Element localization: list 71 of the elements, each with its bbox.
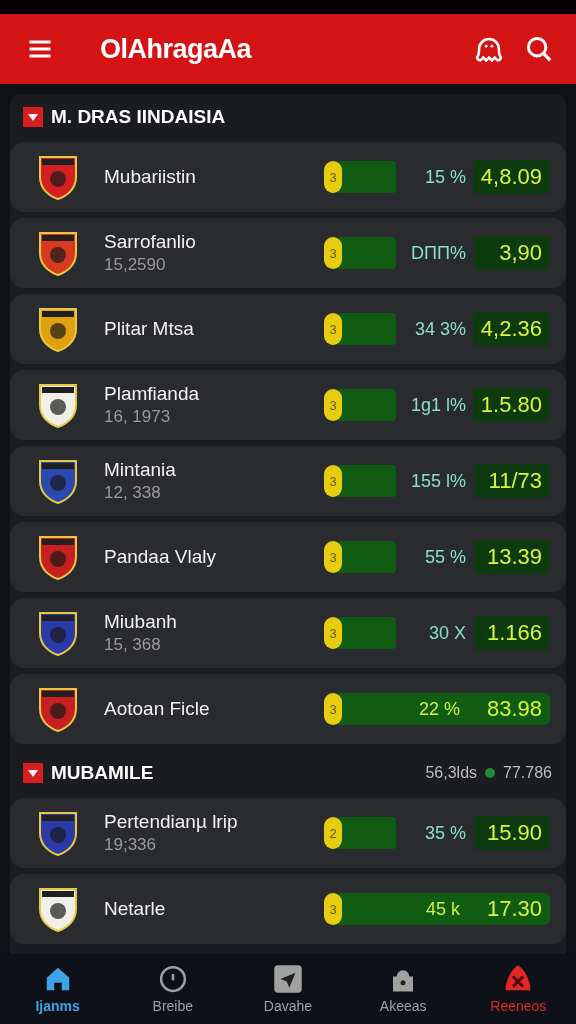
nav-tab[interactable]: Ijanms — [12, 964, 103, 1014]
percent-text: 34 3% — [413, 318, 466, 340]
odds-value: 3,90 — [474, 236, 550, 270]
team-name: Sarrofanlio — [104, 231, 196, 253]
team-row[interactable]: Miubanh 15, 368 3 30 X 1.166 — [10, 598, 566, 668]
rank-badge: 3 — [324, 161, 342, 193]
app-title: OlAhragaAa — [100, 33, 252, 65]
section-stat: 77.786 — [503, 764, 552, 782]
team-name: Miubanh — [104, 611, 177, 633]
rank-badge: 3 — [324, 693, 342, 725]
nav-tab[interactable]: Breibe — [127, 964, 218, 1014]
team-count: 16, 1973 — [104, 407, 172, 427]
team-row[interactable]: Netarle 3 45 k 17.30 — [10, 874, 566, 944]
rank-badge: 3 — [324, 893, 342, 925]
section-title: M. DRAS IINDAISIA — [51, 106, 226, 128]
team-row[interactable]: Plitar Mtsa 3 34 3% 4,2.36 — [10, 294, 566, 364]
percent-text: 15 % — [423, 166, 466, 188]
percent-text: 1g1 l% — [409, 394, 466, 416]
percent-text: 30 X — [427, 622, 466, 644]
dot-icon — [485, 768, 496, 778]
nav-tab[interactable]: Akeeas — [358, 964, 449, 1014]
odds-value: 4,8.09 — [472, 160, 550, 194]
rank-badge: 3 — [324, 541, 342, 573]
team-count: 12, 338 — [104, 483, 162, 503]
percent-text: 45 k — [424, 898, 460, 920]
rank-badge: 2 — [324, 817, 342, 849]
odds-value: 15.90 — [474, 816, 550, 850]
team-row[interactable]: Sarrofanlio 15,2590 3 DΠΠ% 3,90 — [10, 218, 566, 288]
team-name: Mintania — [104, 459, 176, 481]
team-row[interactable]: Plamfianda 16, 1973 3 1g1 l% 1.5.80 — [10, 370, 566, 440]
team-row[interactable]: Pertendianµ lrip 19;336 2 35 % 15.90 — [10, 798, 566, 868]
percent-text: 22 % — [417, 698, 460, 720]
team-count: 15,2590 — [104, 255, 167, 275]
team-row[interactable]: Mubariistin 3 15 % 4,8.09 — [10, 142, 566, 212]
team-name: Plamfianda — [104, 383, 200, 405]
clock-icon — [157, 964, 188, 994]
percent-text: 35 % — [423, 822, 466, 844]
team-name: Mubariistin — [104, 166, 196, 188]
odds-value: 1.5.80 — [472, 388, 550, 422]
rank-badge: 3 — [324, 389, 342, 421]
team-name: Aotoan Ficle — [104, 698, 210, 720]
odds-value: 13.39 — [474, 540, 550, 574]
plane-icon — [272, 964, 303, 994]
team-name: Netarle — [104, 898, 166, 920]
team-count: 19;336 — [104, 835, 157, 855]
search-icon[interactable] — [524, 34, 554, 64]
rank-badge: 3 — [324, 237, 342, 269]
percent-text: 155 l% — [409, 470, 466, 492]
odds-value: 17.30 — [485, 895, 543, 923]
percent-text: DΠΠ% — [410, 242, 466, 264]
team-name: Pertendianµ lrip — [104, 811, 238, 833]
rank-badge: 3 — [324, 617, 342, 649]
nav-tab[interactable]: Reeneos — [473, 964, 564, 1014]
team-name: Pandaa Vlaly — [104, 546, 216, 568]
odds-value: 4,2.36 — [472, 312, 550, 346]
team-name: Plitar Mtsa — [104, 318, 194, 340]
team-row[interactable]: Mintania 12, 338 3 155 l% 11/73 — [10, 446, 566, 516]
rank-badge: 3 — [324, 313, 342, 345]
odds-value: 83.98 — [485, 695, 543, 723]
rank-badge: 3 — [324, 465, 342, 497]
collapse-icon[interactable] — [23, 763, 43, 783]
odds-value: 1.166 — [474, 616, 550, 650]
percent-text: 55 % — [423, 546, 466, 568]
team-row[interactable]: Pandaa Vlaly 3 55 % 13.39 — [10, 522, 566, 592]
odds-value: 11/73 — [474, 464, 550, 498]
team-count: 15, 368 — [104, 635, 162, 655]
section-title: MUBAMILE — [51, 762, 154, 784]
nav-tab[interactable]: Davahe — [242, 964, 333, 1014]
collapse-icon[interactable] — [23, 107, 43, 127]
section-stat: 56,3lds — [425, 764, 478, 782]
team-row[interactable]: Aotoan Ficle 3 22 % 83.98 — [10, 674, 566, 744]
